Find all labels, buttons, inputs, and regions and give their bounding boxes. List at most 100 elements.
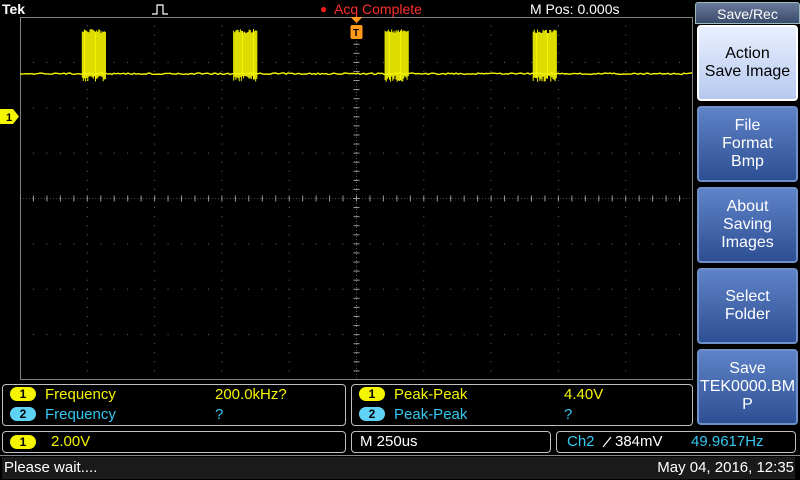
timebase-readout[interactable]: M 250us <box>351 431 551 453</box>
grid-dot <box>625 53 626 54</box>
measurement-panel-frequency[interactable]: 1 Frequency 200.0kHz? 2 Frequency ? <box>2 384 346 426</box>
grid-dot <box>423 252 424 253</box>
grid-dot <box>679 62 680 63</box>
grid-dot <box>141 243 142 244</box>
grid-dot <box>154 234 155 235</box>
grid-dot <box>666 289 667 290</box>
grid-dot <box>531 289 532 290</box>
grid-dot <box>221 271 222 272</box>
grid-dot <box>585 153 586 154</box>
grid-dot <box>558 17 559 18</box>
grid-dot <box>558 171 559 172</box>
grid-dot <box>329 289 330 290</box>
grid-dot <box>46 334 47 335</box>
about-saving-images-button[interactable]: About Saving Images <box>697 187 798 263</box>
grid-dot <box>491 252 492 253</box>
grid-dot <box>154 153 155 154</box>
grid-dot <box>235 153 236 154</box>
grid-dot <box>396 153 397 154</box>
grid-dot <box>464 62 465 63</box>
measurement-panel-peak-peak[interactable]: 1 Peak-Peak 4.40V 2 Peak-Peak ? <box>351 384 693 426</box>
grid-dot <box>558 98 559 99</box>
grid-dot <box>625 252 626 253</box>
grid-dot <box>625 216 626 217</box>
grid-dot <box>208 107 209 108</box>
ch1-scale-readout[interactable]: 1 2.00V <box>2 431 346 453</box>
side-menu: Save/Rec Action Save Image File Format B… <box>695 0 800 456</box>
grid-dot <box>491 189 492 190</box>
grid-dot <box>666 153 667 154</box>
grid-dot <box>423 207 424 208</box>
trigger-readout[interactable]: Ch2 384mV 49.9617Hz <box>556 431 796 453</box>
grid-dot <box>518 153 519 154</box>
grid-dot <box>625 144 626 145</box>
grid-dot <box>625 26 626 27</box>
grid-dot <box>558 116 559 117</box>
grid-dot <box>87 307 88 308</box>
grid-dot <box>666 243 667 244</box>
grid-dot <box>289 189 290 190</box>
grid-dot <box>221 98 222 99</box>
grid-dot <box>625 180 626 181</box>
grid-dot <box>221 325 222 326</box>
grid-dot <box>450 153 451 154</box>
grid-dot <box>87 107 88 108</box>
grid-dot <box>477 153 478 154</box>
grid-dot <box>423 262 424 263</box>
waveform-display[interactable]: T <box>20 17 693 380</box>
grid-dot <box>275 289 276 290</box>
measurement-row: 1 Peak-Peak 4.40V <box>352 385 692 404</box>
grid-dot <box>208 153 209 154</box>
grid-dot <box>437 107 438 108</box>
grid-dot <box>154 243 155 244</box>
grid-dot <box>235 289 236 290</box>
grid-dot <box>87 189 88 190</box>
grid-dot <box>289 352 290 353</box>
grid-dot <box>423 361 424 362</box>
grid-dot <box>558 134 559 135</box>
trigger-position-marker[interactable]: T <box>351 17 363 39</box>
grid-dot <box>154 116 155 117</box>
grid-dot <box>262 107 263 108</box>
grid-dot <box>625 271 626 272</box>
grid-dot <box>625 153 626 154</box>
grid-dot <box>168 243 169 244</box>
grid-dot <box>598 289 599 290</box>
grid-dot <box>558 343 559 344</box>
grid-dot <box>154 343 155 344</box>
grid-dot <box>154 334 155 335</box>
grid-dot <box>316 289 317 290</box>
timebase-value: M 250us <box>360 432 418 452</box>
measurement-label: Frequency <box>45 406 116 423</box>
grid-dot <box>60 334 61 335</box>
grid-dot <box>558 144 559 145</box>
grid-dot <box>491 271 492 272</box>
ch1-ground-marker[interactable]: 1 <box>0 109 19 124</box>
channel-badge: 2 <box>10 407 36 421</box>
save-file-button[interactable]: Save TEK0000.BM P <box>697 349 798 425</box>
grid-dot <box>423 53 424 54</box>
channel-badge: 1 <box>10 387 36 401</box>
grid-dot <box>437 62 438 63</box>
grid-dot <box>87 262 88 263</box>
grid-dot <box>154 62 155 63</box>
grid-dot <box>383 62 384 63</box>
grid-dot <box>289 80 290 81</box>
grid-dot <box>423 380 424 381</box>
grid-dot <box>154 35 155 36</box>
grid-dot <box>343 334 344 335</box>
grid-dot <box>221 280 222 281</box>
graticule: T <box>20 17 693 380</box>
grid-dot <box>289 107 290 108</box>
grid-dot <box>87 361 88 362</box>
grid-dot <box>491 280 492 281</box>
action-save-image-button[interactable]: Action Save Image <box>697 25 798 101</box>
select-folder-button[interactable]: Select Folder <box>697 268 798 344</box>
grid-dot <box>491 17 492 18</box>
grid-dot <box>87 325 88 326</box>
grid-dot <box>221 189 222 190</box>
file-format-button[interactable]: File Format Bmp <box>697 106 798 182</box>
grid-dot <box>504 243 505 244</box>
grid-dot <box>518 107 519 108</box>
grid-dot <box>289 370 290 371</box>
